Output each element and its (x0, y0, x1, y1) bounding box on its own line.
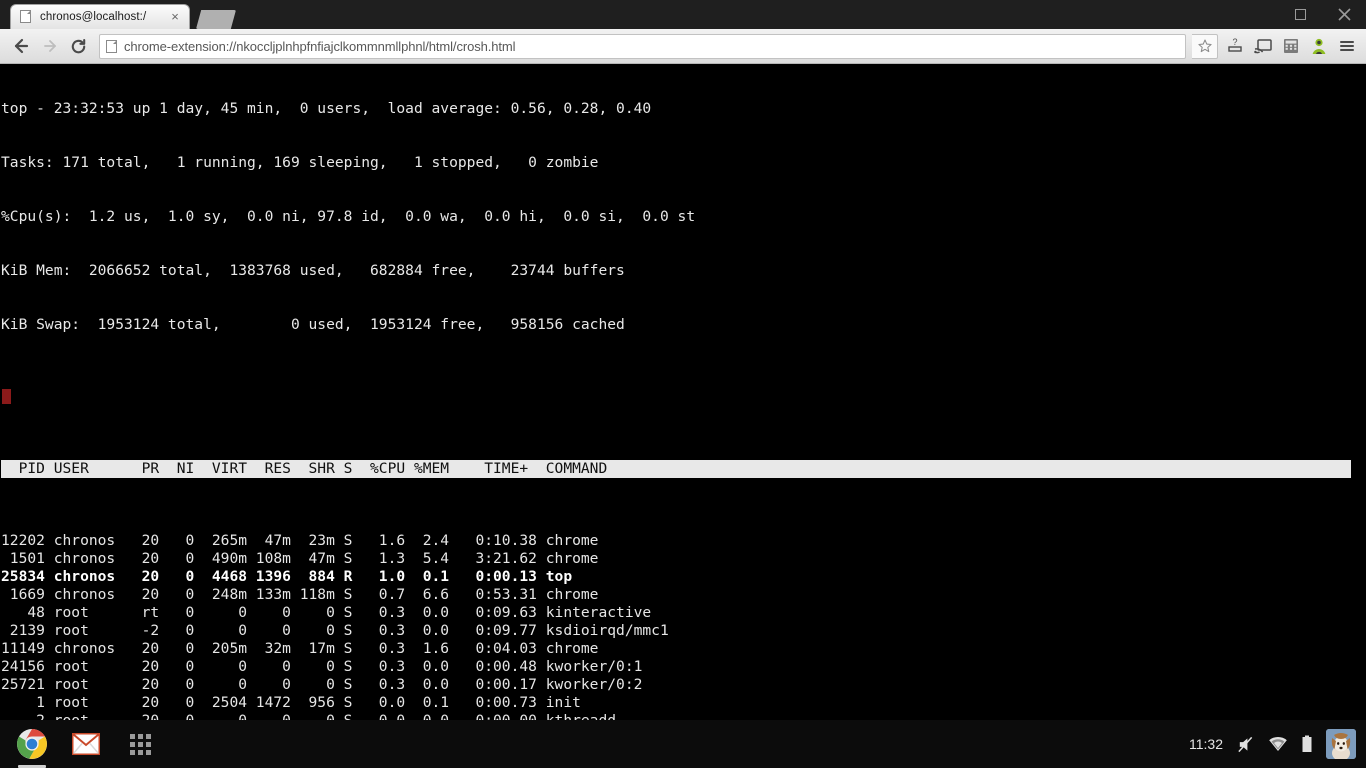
shelf-item-gmail[interactable] (68, 726, 104, 762)
process-row: 1 root 20 0 2504 1472 956 S 0.0 0.1 0:00… (1, 694, 581, 711)
profile-button[interactable] (1306, 32, 1332, 60)
reload-button[interactable] (64, 32, 93, 61)
user-avatar[interactable] (1326, 729, 1356, 759)
toolbar-extension-icons: ? (1222, 32, 1360, 60)
avatar-photo-icon (1326, 729, 1356, 759)
question-mark-icon: ? (1228, 37, 1242, 52)
forward-arrow-icon (43, 40, 56, 52)
gmail-icon (72, 733, 100, 755)
process-row: 1501 chronos 20 0 490m 108m 47m S 1.3 5.… (1, 550, 599, 567)
top-summary-line: KiB Swap: 1953124 total, 0 used, 1953124… (1, 316, 625, 333)
maximize-button[interactable] (1278, 0, 1322, 29)
volume-muted-button[interactable] (1236, 735, 1255, 754)
bookmark-star-icon (1197, 39, 1212, 53)
browser-window: chronos@localhost:/ × chrome-extension:/… (0, 0, 1366, 768)
bookmark-button[interactable] (1192, 33, 1218, 59)
volume-muted-icon (1238, 736, 1253, 752)
new-tab-button[interactable] (196, 10, 236, 29)
shelf-app-list (0, 726, 158, 768)
page-icon (20, 10, 34, 24)
close-icon (1337, 8, 1351, 21)
process-table-body: 12202 chronos 20 0 265m 47m 23m S 1.6 2.… (1, 532, 1366, 720)
tray-clock[interactable]: 11:32 (1189, 736, 1223, 752)
process-row: 2 root 20 0 0 0 0 S 0.0 0.0 0:00.00 kthr… (1, 712, 1366, 720)
process-row: 48 root rt 0 0 0 0 S 0.3 0.0 0:09.63 kin… (1, 604, 652, 621)
cast-button[interactable] (1250, 32, 1276, 60)
cast-icon (1254, 39, 1272, 54)
system-tray[interactable]: 11:32 (1189, 729, 1366, 759)
tab-strip: chronos@localhost:/ × (0, 0, 1366, 29)
reload-icon (71, 38, 86, 53)
process-row: 25834 chronos 20 0 4468 1396 884 R 1.0 0… (1, 568, 573, 585)
back-arrow-icon (14, 38, 28, 54)
process-row: 24156 root 20 0 0 0 0 S 0.3 0.0 0:00.48 … (1, 658, 643, 675)
close-tab-icon[interactable]: × (167, 9, 183, 25)
browser-toolbar: chrome-extension://nkoccljplnhpfnfiajclk… (0, 29, 1366, 64)
address-bar[interactable]: chrome-extension://nkoccljplnhpfnfiajclk… (99, 33, 1186, 59)
crosh-terminal[interactable]: top - 23:32:53 up 1 day, 45 min, 0 users… (0, 64, 1366, 720)
shelf-item-chrome[interactable] (14, 726, 50, 768)
svg-text:?: ? (1232, 37, 1237, 47)
forward-button[interactable] (35, 32, 64, 61)
top-summary-line: Tasks: 171 total, 1 running, 169 sleepin… (1, 154, 599, 171)
process-row: 25721 root 20 0 0 0 0 S 0.3 0.0 0:00.17 … (1, 676, 643, 693)
process-row: 2139 root -2 0 0 0 0 S 0.3 0.0 0:09.77 k… (1, 622, 669, 639)
top-summary-line: %Cpu(s): 1.2 us, 1.0 sy, 0.0 ni, 97.8 id… (1, 208, 696, 225)
battery-icon (1302, 735, 1312, 752)
tab-title: chronos@localhost:/ (40, 11, 147, 23)
system-shelf: 11:32 (0, 720, 1366, 768)
shelf-item-app-launcher[interactable] (122, 726, 158, 762)
process-row: 11149 chronos 20 0 205m 32m 17m S 0.3 1.… (1, 640, 599, 657)
unknown-extension-button[interactable]: ? (1222, 32, 1248, 60)
maximize-icon (1294, 9, 1306, 20)
close-window-button[interactable] (1322, 0, 1366, 29)
calculator-icon (1284, 39, 1298, 53)
terminal-content: top - 23:32:53 up 1 day, 45 min, 0 users… (0, 64, 1366, 720)
browser-tab[interactable]: chronos@localhost:/ × (10, 4, 190, 29)
hamburger-menu-icon (1340, 41, 1354, 51)
profile-avatar-icon (1312, 38, 1326, 54)
top-summary-line: KiB Mem: 2066652 total, 1383768 used, 68… (1, 262, 625, 279)
url-text: chrome-extension://nkoccljplnhpfnfiajclk… (124, 38, 516, 54)
top-summary-line: top - 23:32:53 up 1 day, 45 min, 0 users… (1, 100, 652, 117)
app-launcher-icon (129, 733, 151, 755)
back-button[interactable] (6, 32, 35, 61)
chrome-menu-button[interactable] (1334, 32, 1360, 60)
page-security-icon (106, 39, 117, 53)
battery-button[interactable] (1301, 734, 1313, 754)
process-row: 12202 chronos 20 0 265m 47m 23m S 1.6 2.… (1, 532, 599, 549)
terminal-cursor-line (1, 388, 1366, 406)
wifi-button[interactable] (1268, 736, 1288, 753)
chrome-icon (17, 729, 47, 759)
process-row: 1669 chronos 20 0 248m 133m 118m S 0.7 6… (1, 586, 599, 603)
terminal-cursor (2, 389, 11, 404)
window-controls (1278, 0, 1366, 29)
wifi-icon (1269, 736, 1287, 751)
calculator-button[interactable] (1278, 32, 1304, 60)
process-table-header: PID USER PR NI VIRT RES SHR S %CPU %MEM … (1, 460, 1351, 478)
